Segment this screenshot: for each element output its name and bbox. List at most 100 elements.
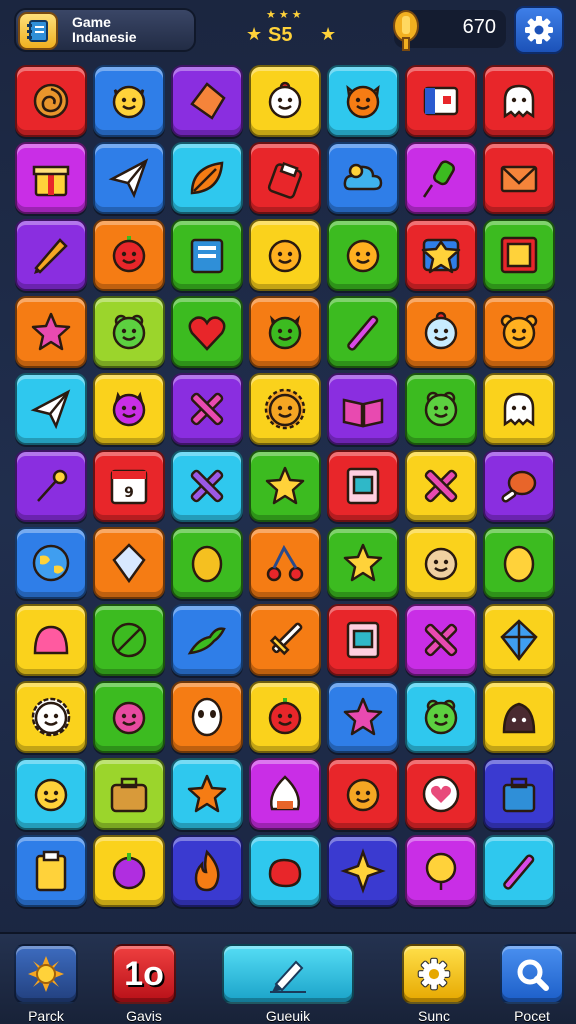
game-tile[interactable] bbox=[249, 219, 321, 291]
game-tile[interactable] bbox=[15, 219, 87, 291]
game-tile[interactable] bbox=[93, 65, 165, 137]
game-tile[interactable] bbox=[15, 604, 87, 676]
game-tile[interactable] bbox=[483, 219, 555, 291]
game-tile[interactable] bbox=[15, 450, 87, 522]
pink-star-icon bbox=[343, 697, 383, 736]
game-tile[interactable] bbox=[93, 681, 165, 753]
game-tile[interactable] bbox=[483, 142, 555, 214]
nav-pocet[interactable]: Pocet bbox=[500, 944, 564, 1024]
game-tile[interactable] bbox=[405, 835, 477, 907]
game-tile[interactable] bbox=[171, 758, 243, 830]
coin-counter[interactable]: 670 bbox=[393, 10, 506, 51]
game-tile[interactable] bbox=[249, 604, 321, 676]
game-tile[interactable] bbox=[171, 219, 243, 291]
game-title-badge[interactable]: Game Indanesie bbox=[14, 8, 196, 52]
game-tile[interactable] bbox=[483, 65, 555, 137]
game-tile[interactable] bbox=[15, 758, 87, 830]
game-tile[interactable] bbox=[93, 219, 165, 291]
game-tile[interactable] bbox=[171, 604, 243, 676]
game-tile[interactable] bbox=[171, 527, 243, 599]
game-tile[interactable] bbox=[93, 604, 165, 676]
game-tile[interactable] bbox=[327, 450, 399, 522]
game-tile[interactable] bbox=[15, 373, 87, 445]
game-tile[interactable] bbox=[405, 219, 477, 291]
game-tile[interactable] bbox=[327, 758, 399, 830]
game-tile[interactable] bbox=[249, 527, 321, 599]
game-tile[interactable] bbox=[405, 373, 477, 445]
game-tile[interactable] bbox=[93, 835, 165, 907]
game-tile[interactable] bbox=[327, 373, 399, 445]
game-tile[interactable] bbox=[171, 296, 243, 368]
game-tile[interactable] bbox=[483, 527, 555, 599]
game-tile[interactable] bbox=[483, 373, 555, 445]
game-tile[interactable] bbox=[327, 681, 399, 753]
game-tile[interactable] bbox=[327, 65, 399, 137]
game-tile[interactable] bbox=[93, 373, 165, 445]
game-tile[interactable] bbox=[327, 527, 399, 599]
game-tile[interactable] bbox=[15, 835, 87, 907]
nav-gavis[interactable]: 1o Gavis bbox=[112, 944, 176, 1024]
game-tile[interactable] bbox=[405, 604, 477, 676]
game-tile[interactable] bbox=[483, 296, 555, 368]
game-tile[interactable] bbox=[93, 296, 165, 368]
game-tile[interactable] bbox=[171, 681, 243, 753]
game-tile[interactable] bbox=[483, 835, 555, 907]
game-tile[interactable] bbox=[171, 835, 243, 907]
nav-sunc-button[interactable] bbox=[402, 944, 466, 1004]
pencil-icon bbox=[34, 238, 68, 274]
game-tile[interactable] bbox=[171, 450, 243, 522]
nav-sunc[interactable]: Sunc bbox=[402, 944, 466, 1024]
game-tile[interactable] bbox=[405, 65, 477, 137]
game-tile[interactable] bbox=[249, 681, 321, 753]
game-tile[interactable] bbox=[483, 681, 555, 753]
game-tile[interactable] bbox=[93, 527, 165, 599]
game-tile[interactable] bbox=[327, 604, 399, 676]
game-tile[interactable] bbox=[249, 373, 321, 445]
game-tile[interactable] bbox=[483, 758, 555, 830]
game-tile[interactable] bbox=[405, 450, 477, 522]
game-tile[interactable] bbox=[249, 450, 321, 522]
game-tile[interactable] bbox=[171, 142, 243, 214]
settings-button[interactable] bbox=[514, 6, 564, 54]
nav-parck-button[interactable] bbox=[14, 944, 78, 1004]
game-tile[interactable] bbox=[327, 296, 399, 368]
wand-icon bbox=[347, 315, 379, 351]
game-tile[interactable] bbox=[249, 758, 321, 830]
game-tile[interactable] bbox=[249, 835, 321, 907]
bottom-nav: Parck 1o Gavis Gueuik Sunc Pocet bbox=[0, 932, 576, 1024]
game-tile[interactable] bbox=[93, 142, 165, 214]
cherries-icon bbox=[266, 544, 304, 582]
game-tile[interactable] bbox=[15, 296, 87, 368]
game-tile[interactable] bbox=[483, 450, 555, 522]
nav-parck[interactable]: Parck bbox=[14, 944, 78, 1024]
game-tile[interactable] bbox=[483, 604, 555, 676]
nav-gueuik[interactable]: Gueuik bbox=[222, 944, 354, 1024]
game-tile[interactable] bbox=[93, 758, 165, 830]
game-tile[interactable] bbox=[15, 681, 87, 753]
game-tile[interactable] bbox=[405, 142, 477, 214]
game-tile[interactable] bbox=[15, 142, 87, 214]
game-tile[interactable] bbox=[15, 527, 87, 599]
game-tile[interactable] bbox=[327, 219, 399, 291]
game-tile[interactable] bbox=[15, 65, 87, 137]
game-tile[interactable] bbox=[405, 296, 477, 368]
bun-face-icon bbox=[424, 547, 458, 581]
game-tile[interactable] bbox=[249, 296, 321, 368]
sheep-face-icon bbox=[31, 697, 71, 737]
game-tile[interactable] bbox=[405, 681, 477, 753]
game-tile[interactable] bbox=[249, 65, 321, 137]
nav-gavis-button[interactable]: 1o bbox=[112, 944, 176, 1004]
game-tile[interactable] bbox=[405, 527, 477, 599]
nav-gueuik-button[interactable] bbox=[222, 944, 354, 1004]
game-tile[interactable] bbox=[327, 142, 399, 214]
frog-face-icon bbox=[424, 699, 458, 735]
game-tile[interactable]: 9 bbox=[93, 450, 165, 522]
card-icon bbox=[346, 467, 380, 505]
game-tile[interactable] bbox=[249, 142, 321, 214]
game-tile[interactable] bbox=[405, 758, 477, 830]
nav-pocet-button[interactable] bbox=[500, 944, 564, 1004]
kite-icon bbox=[500, 619, 538, 662]
game-tile[interactable] bbox=[327, 835, 399, 907]
game-tile[interactable] bbox=[171, 65, 243, 137]
game-tile[interactable] bbox=[171, 373, 243, 445]
